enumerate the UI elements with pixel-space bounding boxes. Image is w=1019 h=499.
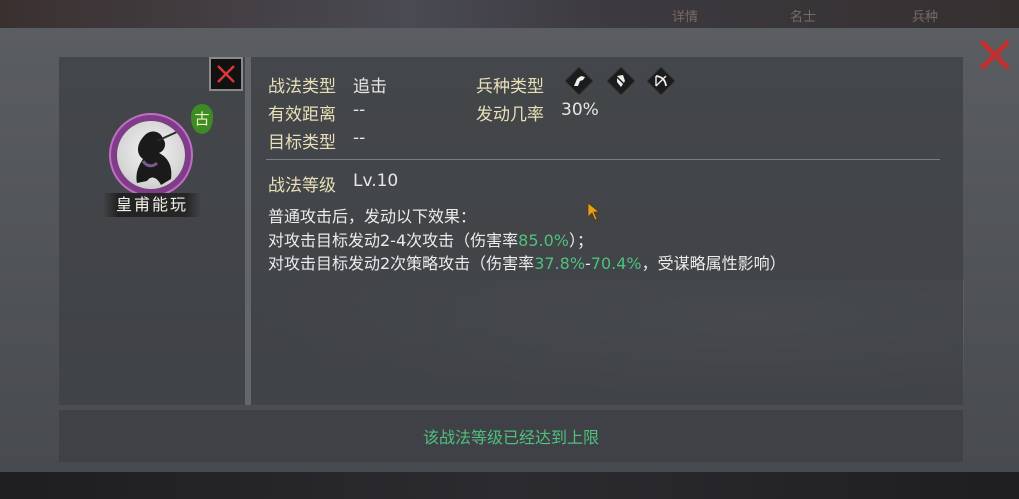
max-level-status: 该战法等级已经达到上限 (422, 428, 599, 447)
shield-icon (606, 66, 636, 96)
general-avatar[interactable] (109, 113, 193, 197)
trigger-chance-label: 发动几率 (476, 105, 544, 125)
range-label: 有效距离 (268, 105, 336, 125)
tactic-level-label: 战法等级 (268, 176, 336, 196)
damage-rate-value: 85.0% (518, 231, 569, 250)
close-dialog-button[interactable] (978, 38, 1012, 72)
tactic-type-label: 战法类型 (268, 77, 336, 97)
general-portrait-icon (117, 121, 185, 189)
trigger-chance-value: 30% (561, 100, 599, 120)
background-bottom-strip (0, 470, 1019, 499)
strategy-rate-min: 37.8% (534, 254, 586, 273)
close-icon (980, 40, 1010, 70)
close-icon (217, 65, 235, 83)
troop-type-label: 兵种类型 (476, 77, 544, 97)
remove-general-button[interactable] (209, 57, 243, 91)
cavalry-icon (564, 66, 594, 96)
bg-tab-troops: 兵种 (912, 10, 939, 25)
target-type-value: -- (353, 128, 366, 148)
tactic-type-value: 追击 (353, 77, 387, 97)
bow-icon (646, 66, 676, 96)
strategy-rate-max: 70.4% (590, 254, 642, 273)
general-name: 皇甫能玩 (103, 193, 201, 217)
description-line-1: 普通攻击后，发动以下效果： (268, 207, 477, 226)
status-bar: 该战法等级已经达到上限 (59, 410, 963, 462)
tactic-level-value: Lv.10 (353, 171, 399, 191)
background-top-strip: 详情 名士 兵种 (0, 0, 1019, 30)
description-line-2: 对攻击目标发动2-4次攻击（伤害率85.0%）； (268, 231, 593, 250)
bg-tab-details: 详情 (672, 10, 699, 25)
range-value: -- (353, 100, 366, 120)
section-divider (266, 159, 940, 160)
general-panel (59, 57, 245, 405)
bg-tab-celebrities: 名士 (790, 10, 817, 25)
target-type-label: 目标类型 (268, 133, 336, 153)
description-line-3: 对攻击目标发动2次策略攻击（伤害率37.8%-70.4%，受谋略属性影响） (268, 254, 786, 273)
mouse-cursor-icon (587, 202, 601, 222)
